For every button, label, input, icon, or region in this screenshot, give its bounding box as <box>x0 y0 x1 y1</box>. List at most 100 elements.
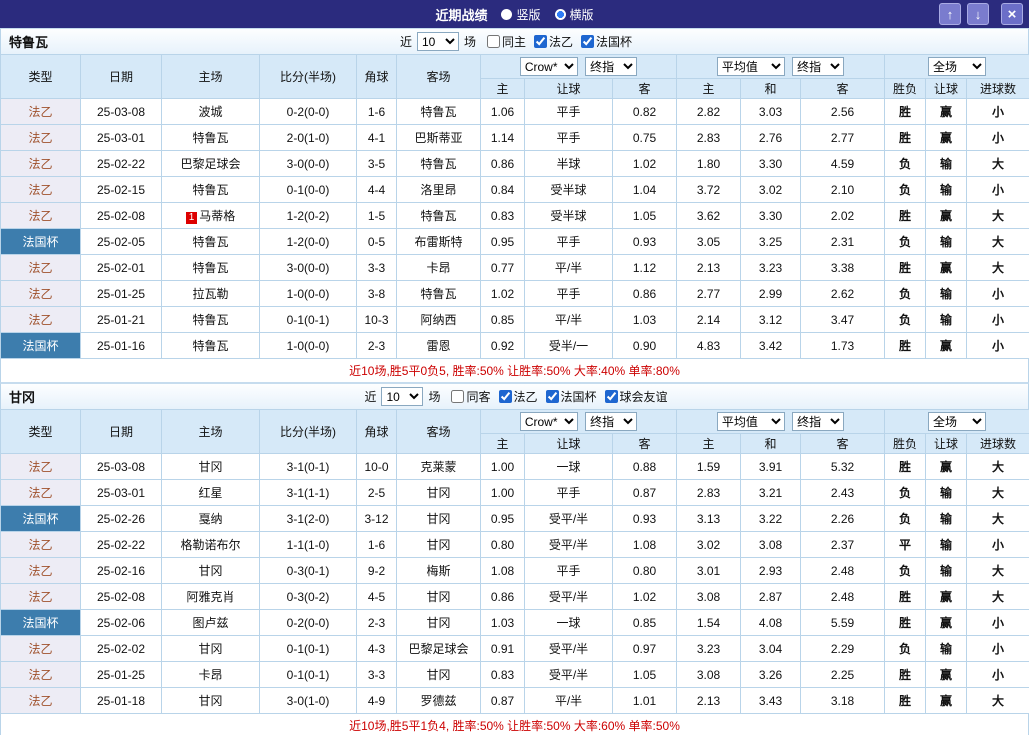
asian-handicap: 受半球 <box>525 203 613 229</box>
league-cell: 法乙 <box>1 636 81 662</box>
date-cell: 25-02-02 <box>81 636 162 662</box>
team-name: 甘冈 <box>1 387 35 406</box>
home-team-cell: 巴黎足球会 <box>162 151 260 177</box>
match-count-select[interactable]: 10 <box>417 32 459 51</box>
match-row: 法乙25-02-08阿雅克肖0-3(0-2)4-5甘冈0.86受平/半1.023… <box>1 584 1029 610</box>
results-table: 类型 日期 主场 比分(半场) 角球 客场 Crow* 终指 平均值 终指 <box>0 54 1029 359</box>
asian-home-odds: 0.83 <box>481 203 525 229</box>
scope-select[interactable]: 全场 <box>928 412 986 431</box>
asian-handicap: 平/半 <box>525 688 613 714</box>
checkbox-label: 同客 <box>466 388 490 405</box>
sub-header-euro-draw: 和 <box>741 434 801 454</box>
away-team-cell: 甘冈 <box>397 584 481 610</box>
col-header-home: 主场 <box>162 410 260 454</box>
handicap-result-cell: 赢 <box>926 662 967 688</box>
filter-checkbox[interactable]: 同主 <box>487 33 526 50</box>
checkbox-label: 法乙 <box>549 33 573 50</box>
euro-odds-time-select[interactable]: 终指 <box>792 57 844 76</box>
goals-result-cell: 小 <box>967 532 1029 558</box>
scroll-down-button[interactable]: ↓ <box>967 3 989 25</box>
asian-away-odds: 0.93 <box>613 229 677 255</box>
away-team-cell: 克莱蒙 <box>397 454 481 480</box>
euro-away-odds: 5.32 <box>801 454 885 480</box>
checkbox-input[interactable] <box>451 390 464 403</box>
asian-home-odds: 1.02 <box>481 281 525 307</box>
match-row: 法乙25-02-22格勒诺布尔1-1(1-0)1-6甘冈0.80受平/半1.08… <box>1 532 1029 558</box>
scope-select[interactable]: 全场 <box>928 57 986 76</box>
asian-home-odds: 0.86 <box>481 151 525 177</box>
result-cell: 负 <box>885 558 926 584</box>
checkbox-input[interactable] <box>487 35 500 48</box>
corners-cell: 1-6 <box>357 99 397 125</box>
match-row: 法乙25-01-25卡昂0-1(0-1)3-3甘冈0.83受平/半1.053.0… <box>1 662 1029 688</box>
sub-header-euro-draw: 和 <box>741 79 801 99</box>
filter-checkbox[interactable]: 同客 <box>451 388 490 405</box>
handicap-result-cell: 赢 <box>926 125 967 151</box>
asian-odds-time-select[interactable]: 终指 <box>585 57 637 76</box>
result-cell: 负 <box>885 281 926 307</box>
corners-cell: 9-2 <box>357 558 397 584</box>
scroll-up-button[interactable]: ↑ <box>939 3 961 25</box>
away-team-cell: 梅斯 <box>397 558 481 584</box>
checkbox-input[interactable] <box>546 390 559 403</box>
layout-radios: 竖版 横版 <box>501 6 593 23</box>
filter-checkbox[interactable]: 法乙 <box>499 388 538 405</box>
checkbox-input[interactable] <box>605 390 618 403</box>
corners-cell: 2-3 <box>357 610 397 636</box>
euro-average-select[interactable]: 平均值 <box>717 412 785 431</box>
home-team-cell: 甘冈 <box>162 636 260 662</box>
asian-handicap: 一球 <box>525 454 613 480</box>
asian-home-odds: 0.83 <box>481 662 525 688</box>
euro-odds-time-select[interactable]: 终指 <box>792 412 844 431</box>
bookmaker-select[interactable]: Crow* <box>520 412 578 431</box>
checkbox-input[interactable] <box>581 35 594 48</box>
filter-checkbox[interactable]: 法国杯 <box>581 33 632 50</box>
layout-radio-option[interactable]: 横版 <box>555 6 594 23</box>
sub-header-handicap-result: 让球 <box>926 434 967 454</box>
asian-away-odds: 1.04 <box>613 177 677 203</box>
away-team-cell: 特鲁瓦 <box>397 281 481 307</box>
asian-away-odds: 1.05 <box>613 203 677 229</box>
match-row: 法国杯25-02-26戛纳3-1(2-0)3-12甘冈0.95受平/半0.933… <box>1 506 1029 532</box>
col-header-type: 类型 <box>1 410 81 454</box>
goals-result-cell: 小 <box>967 125 1029 151</box>
asian-home-odds: 1.00 <box>481 454 525 480</box>
match-row: 法乙25-01-25拉瓦勒1-0(0-0)3-8特鲁瓦1.02平手0.862.7… <box>1 281 1029 307</box>
close-button[interactable]: × <box>1001 3 1023 25</box>
bookmaker-select[interactable]: Crow* <box>520 57 578 76</box>
result-cell: 胜 <box>885 454 926 480</box>
red-card-badge: 1 <box>186 212 198 224</box>
corners-cell: 1-6 <box>357 532 397 558</box>
asian-odds-time-select[interactable]: 终指 <box>585 412 637 431</box>
filter-checkbox[interactable]: 法国杯 <box>546 388 597 405</box>
checkbox-input[interactable] <box>499 390 512 403</box>
result-cell: 负 <box>885 229 926 255</box>
score-cell: 0-1(0-0) <box>260 177 357 203</box>
match-count-select[interactable]: 10 <box>381 387 423 406</box>
filter-checkbox[interactable]: 球会友谊 <box>605 388 668 405</box>
asian-away-odds: 0.75 <box>613 125 677 151</box>
radio-label: 横版 <box>570 6 594 23</box>
score-cell: 1-0(0-0) <box>260 333 357 359</box>
checkbox-input[interactable] <box>534 35 547 48</box>
home-team-cell: 特鲁瓦 <box>162 125 260 151</box>
layout-radio-option[interactable]: 竖版 <box>501 6 540 23</box>
league-cell: 法乙 <box>1 281 81 307</box>
col-header-corners: 角球 <box>357 410 397 454</box>
goals-result-cell: 大 <box>967 506 1029 532</box>
asian-handicap: 受半球 <box>525 177 613 203</box>
asian-home-odds: 1.08 <box>481 558 525 584</box>
filter-checkbox[interactable]: 法乙 <box>534 33 573 50</box>
asian-handicap: 受平/半 <box>525 532 613 558</box>
date-cell: 25-01-21 <box>81 307 162 333</box>
euro-draw-odds: 3.91 <box>741 454 801 480</box>
euro-average-select[interactable]: 平均值 <box>717 57 785 76</box>
home-team-cell: 卡昂 <box>162 662 260 688</box>
score-cell: 3-0(0-0) <box>260 255 357 281</box>
asian-handicap: 半球 <box>525 151 613 177</box>
sub-header-result: 胜负 <box>885 79 926 99</box>
goals-result-cell: 小 <box>967 307 1029 333</box>
away-team-cell: 甘冈 <box>397 532 481 558</box>
score-cell: 3-0(0-0) <box>260 151 357 177</box>
record-summary: 近10场,胜5平0负5, 胜率:50% 让胜率:50% 大率:40% 单率:80… <box>0 359 1029 383</box>
